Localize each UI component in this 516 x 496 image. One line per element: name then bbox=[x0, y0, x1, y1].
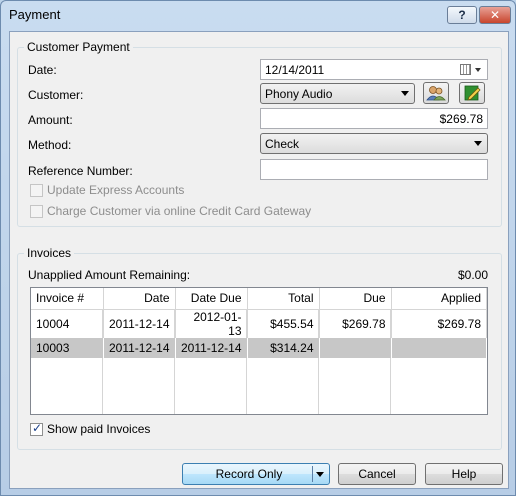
reference-number-field[interactable] bbox=[260, 159, 488, 180]
update-express-checkbox[interactable]: Update Express Accounts bbox=[30, 183, 184, 197]
method-label: Method: bbox=[28, 138, 72, 152]
column-header-date[interactable]: Date bbox=[103, 288, 176, 310]
cell-invoice: 10003 bbox=[31, 337, 104, 358]
column-header-applied[interactable]: Applied bbox=[391, 288, 487, 310]
checkbox-box[interactable]: ✓ bbox=[30, 420, 43, 436]
amount-label: Amount: bbox=[28, 113, 73, 127]
charge-customer-label: Charge Customer via online Credit Card G… bbox=[47, 204, 312, 218]
title-close-button[interactable]: ✕ bbox=[479, 6, 511, 24]
column-header-total[interactable]: Total bbox=[247, 288, 320, 310]
show-paid-invoices-label: Show paid Invoices bbox=[47, 422, 151, 436]
update-express-label: Update Express Accounts bbox=[47, 183, 185, 197]
column-header-invoice[interactable]: Invoice # bbox=[31, 288, 104, 310]
cell-date: 2011-12-14 bbox=[103, 309, 176, 338]
date-label: Date: bbox=[28, 63, 57, 77]
column-header-date-due[interactable]: Date Due bbox=[175, 288, 248, 310]
window-title: Payment bbox=[9, 7, 61, 22]
method-select[interactable]: Check bbox=[260, 133, 488, 154]
cell-due bbox=[319, 337, 392, 358]
invoices-table[interactable]: Invoice # Date Date Due Total Due Applie… bbox=[30, 287, 488, 415]
edit-pencil-icon bbox=[464, 85, 481, 101]
customer-payment-legend: Customer Payment bbox=[24, 40, 133, 54]
calendar-icon[interactable] bbox=[460, 64, 471, 75]
title-help-button[interactable]: ? bbox=[447, 6, 477, 24]
date-value: 12/14/2011 bbox=[265, 63, 325, 77]
payment-window: Payment ? ✕ Customer Payment Date: 12/14… bbox=[0, 0, 516, 496]
reference-number-label: Reference Number: bbox=[28, 164, 133, 178]
checkbox-box[interactable] bbox=[30, 183, 43, 197]
customer-select[interactable]: Phony Audio bbox=[260, 83, 415, 104]
charge-customer-checkbox[interactable]: Charge Customer via online Credit Card G… bbox=[30, 204, 311, 218]
column-header-due[interactable]: Due bbox=[319, 288, 392, 310]
chevron-down-icon[interactable] bbox=[316, 472, 324, 477]
cell-invoice: 10004 bbox=[31, 309, 104, 338]
chevron-down-icon bbox=[401, 91, 409, 96]
cell-date-due: 2011-12-14 bbox=[175, 337, 248, 358]
show-paid-invoices-checkbox[interactable]: ✓ Show paid Invoices bbox=[30, 420, 151, 436]
title-bar[interactable]: Payment ? ✕ bbox=[1, 1, 515, 29]
help-button[interactable]: Help bbox=[425, 463, 503, 485]
record-only-button[interactable]: Record Only bbox=[182, 463, 330, 485]
unapplied-value: $0.00 bbox=[457, 268, 488, 282]
checkmark-icon: ✓ bbox=[32, 420, 43, 435]
customer-label: Customer: bbox=[28, 88, 84, 102]
date-picker[interactable]: 12/14/2011 bbox=[260, 59, 488, 80]
edit-customer-button[interactable] bbox=[459, 82, 485, 104]
cell-total: $314.24 bbox=[247, 337, 320, 358]
split-separator bbox=[312, 466, 313, 482]
checkbox-box[interactable] bbox=[30, 204, 43, 218]
cell-applied[interactable] bbox=[391, 337, 487, 358]
chevron-down-icon[interactable] bbox=[475, 68, 481, 72]
customer-value: Phony Audio bbox=[265, 87, 333, 101]
table-row[interactable]: 10004 2011-12-14 2012-01-13 $455.54 $269… bbox=[31, 309, 487, 338]
cell-due: $269.78 bbox=[319, 309, 392, 338]
amount-field[interactable]: $269.78 bbox=[260, 108, 488, 129]
method-value: Check bbox=[265, 137, 300, 151]
cell-total: $455.54 bbox=[247, 309, 320, 338]
cell-date-due: 2012-01-13 bbox=[175, 309, 248, 338]
table-row-selected[interactable]: 10003 2011-12-14 2011-12-14 $314.24 bbox=[31, 337, 487, 358]
invoices-legend: Invoices bbox=[24, 246, 75, 260]
chevron-down-icon bbox=[474, 141, 482, 146]
cancel-button[interactable]: Cancel bbox=[338, 463, 416, 485]
invoices-grid: Invoice # Date Date Due Total Due Applie… bbox=[31, 288, 487, 358]
cell-applied[interactable]: $269.78 bbox=[391, 309, 487, 338]
customers-icon bbox=[426, 86, 446, 101]
find-customer-button[interactable] bbox=[423, 82, 449, 104]
cell-date: 2011-12-14 bbox=[103, 337, 176, 358]
table-header-row: Invoice # Date Date Due Total Due Applie… bbox=[31, 288, 487, 310]
unapplied-label: Unapplied Amount Remaining: bbox=[28, 268, 191, 282]
dialog-body: Customer Payment Date: 12/14/2011 Custom… bbox=[9, 31, 509, 489]
record-only-label: Record Only bbox=[215, 467, 283, 481]
